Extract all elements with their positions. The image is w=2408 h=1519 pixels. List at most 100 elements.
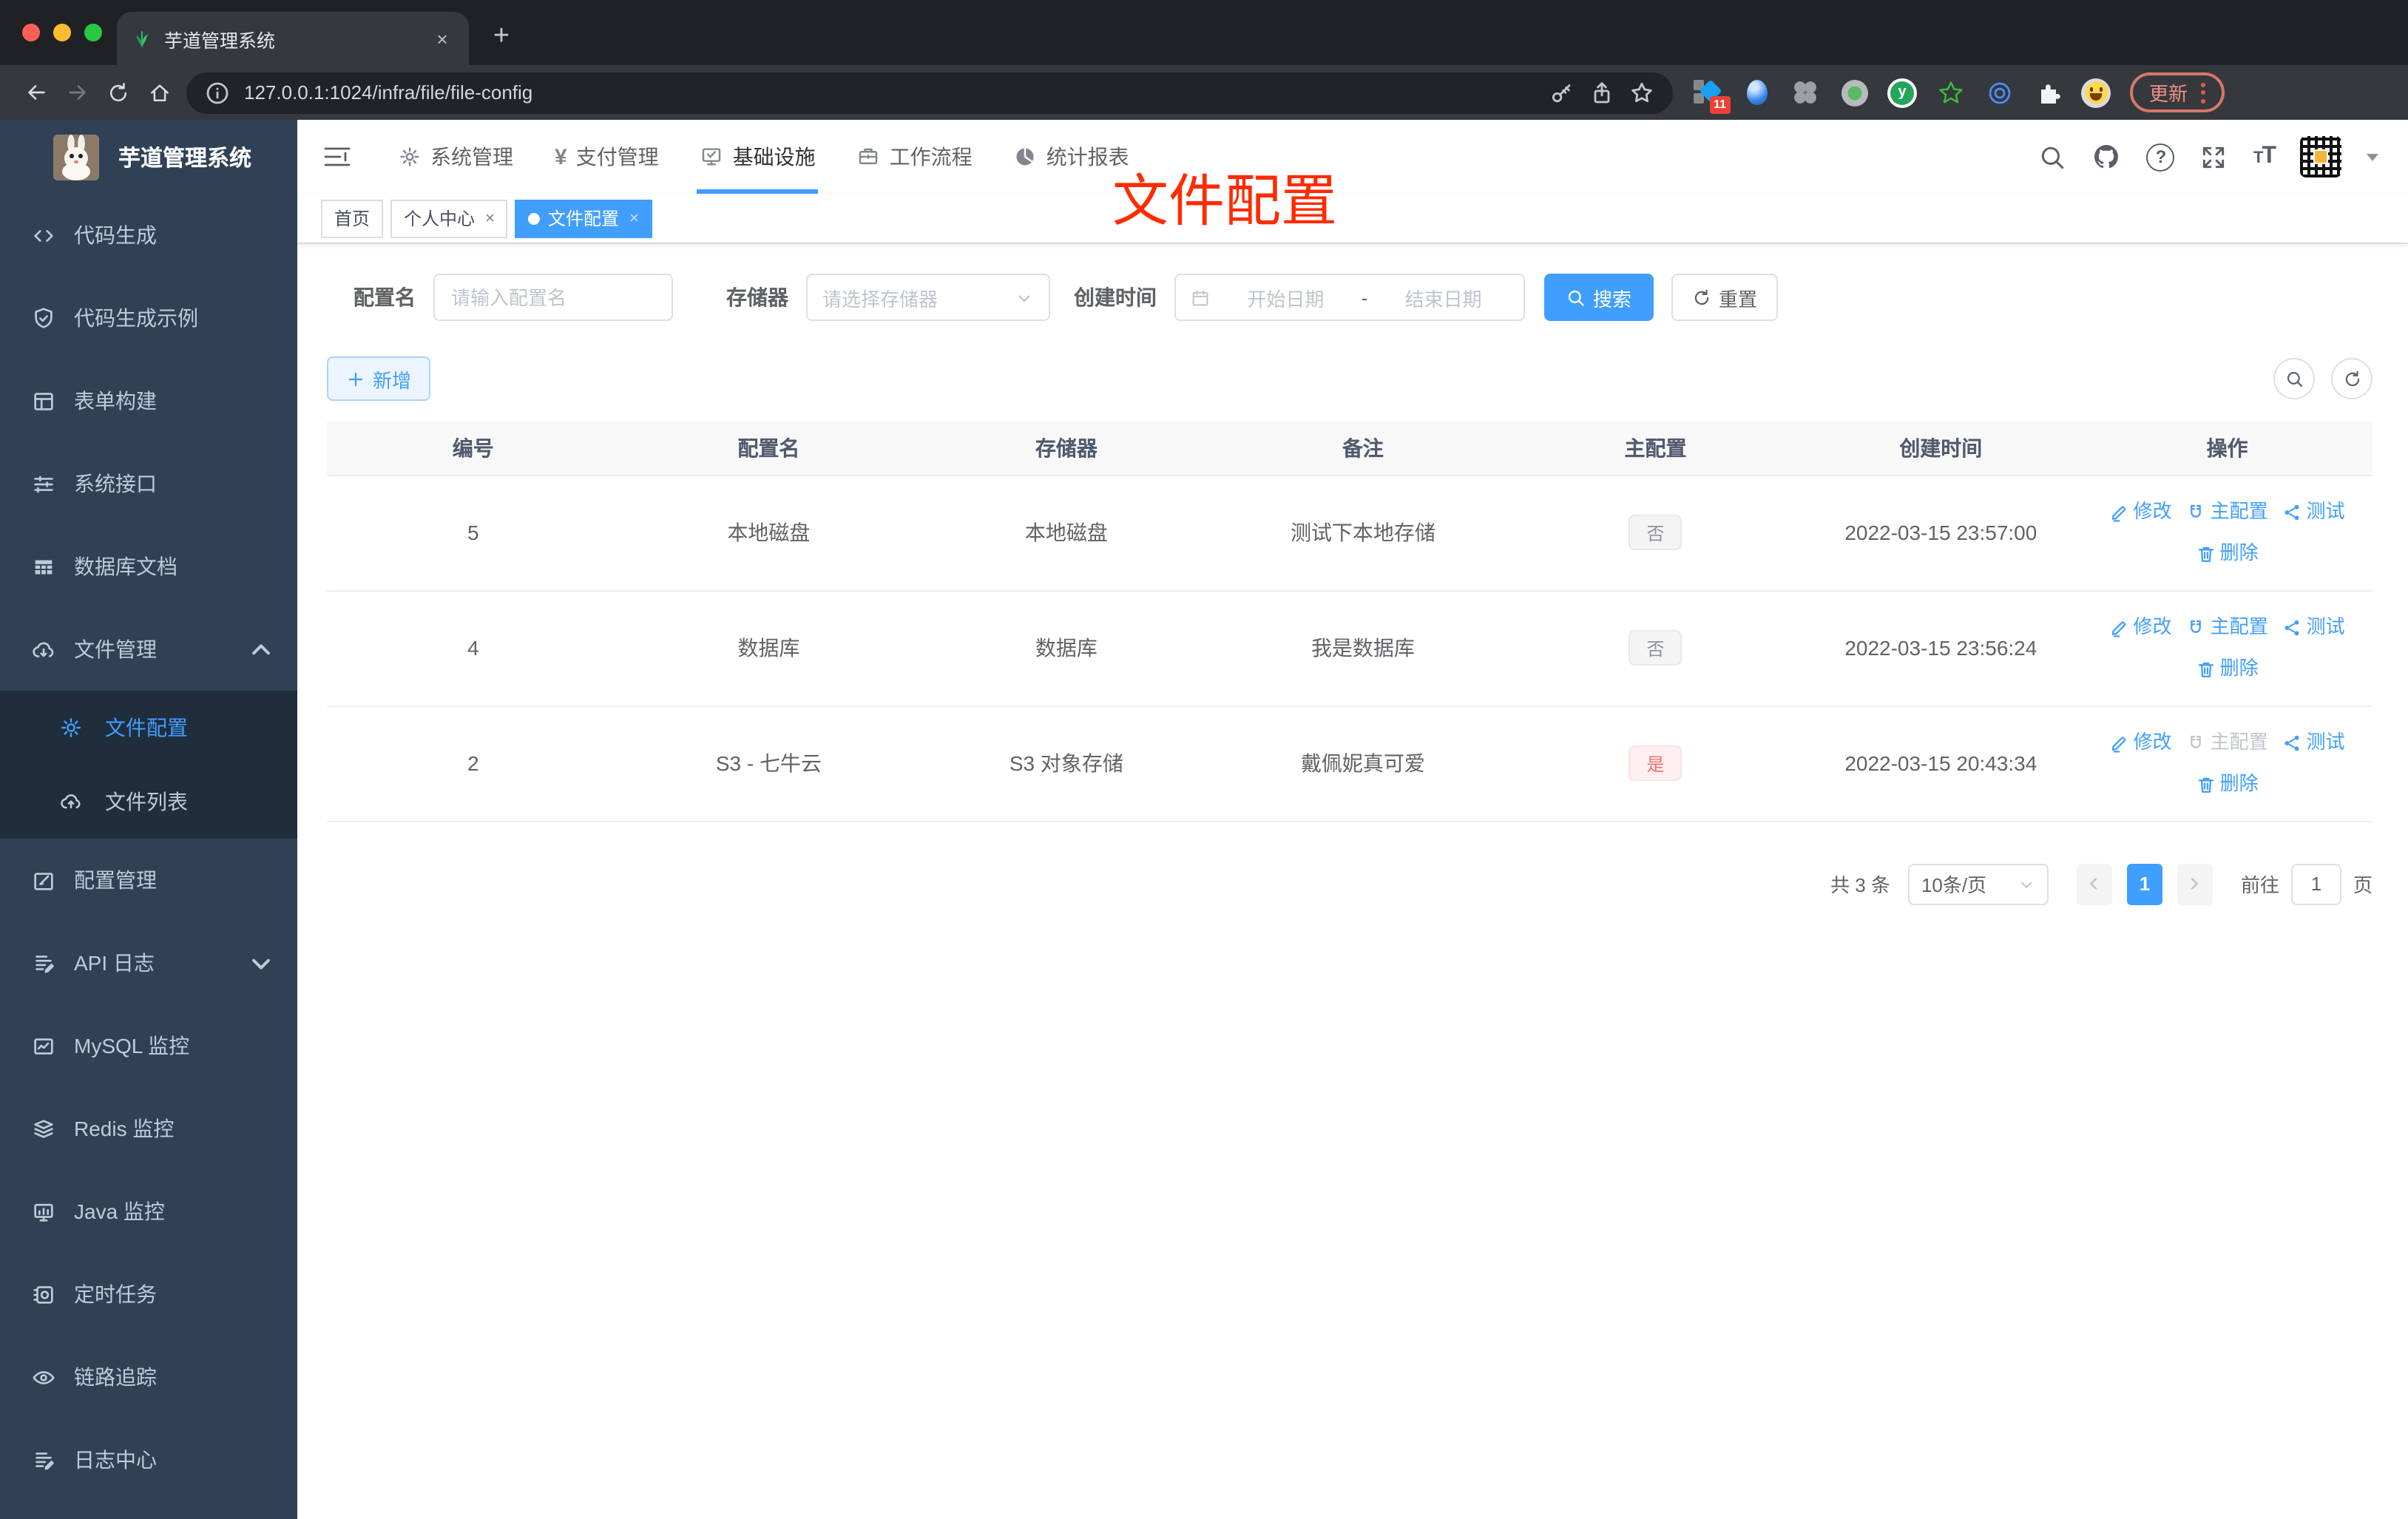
table-toolbar: 新增 [327, 356, 2373, 401]
page-size-select[interactable]: 10条/页 [1907, 863, 2049, 904]
page-number-current[interactable]: 1 [2126, 863, 2162, 904]
delete-link[interactable]: 删除 [2196, 535, 2259, 571]
add-button[interactable]: 新增 [327, 356, 431, 401]
test-link[interactable]: 测试 [2283, 725, 2345, 760]
tag-home[interactable]: 首页 [321, 199, 384, 237]
topnav-payment-management[interactable]: ¥ 支付管理 [534, 120, 680, 194]
edit-link[interactable]: 修改 [2110, 609, 2172, 645]
prev-page-button[interactable] [2076, 863, 2112, 904]
extension-balloon-icon[interactable] [1741, 77, 1772, 108]
topnav-system-management[interactable]: 系统管理 [377, 120, 534, 194]
sidebar-item-form-builder[interactable]: 表单构建 [0, 359, 297, 442]
address-bar[interactable]: 127.0.0.1:1024/infra/file/file-config [186, 72, 1673, 113]
forward-icon[interactable] [56, 72, 98, 113]
tag-profile[interactable]: 个人中心 × [390, 199, 508, 237]
site-info-icon[interactable] [204, 79, 231, 106]
sidebar-item-code-generation[interactable]: 代码生成 [0, 194, 297, 277]
extension-blue-eye-icon[interactable] [1983, 77, 2015, 108]
minimize-window-button[interactable] [53, 24, 71, 41]
close-icon[interactable]: × [485, 209, 495, 227]
next-page-button[interactable] [2177, 863, 2213, 904]
extension-green-y-icon[interactable]: y [1887, 78, 1917, 107]
back-icon[interactable] [15, 72, 56, 113]
chrome-update-button[interactable]: 更新 [2130, 72, 2225, 112]
delete-link[interactable]: 删除 [2196, 651, 2259, 686]
url-text[interactable]: 127.0.0.1:1024/infra/file/file-config [244, 81, 1535, 104]
sidebar-item-mysql-monitor[interactable]: MySQL 监控 [0, 1004, 297, 1087]
sidebar-item-config-management[interactable]: 配置管理 [0, 839, 297, 921]
close-window-button[interactable] [22, 24, 40, 41]
extension-clover-icon[interactable] [1790, 77, 1821, 108]
gear-icon [400, 147, 419, 166]
share-icon[interactable] [1589, 79, 1615, 106]
sidebar-item-system-api[interactable]: 系统接口 [0, 442, 297, 525]
avatar[interactable] [2300, 136, 2341, 177]
sidebar-item-file-list[interactable]: 文件列表 [0, 765, 297, 839]
topnav-infrastructure[interactable]: 基础设施 [680, 120, 836, 194]
extension-emoji-icon[interactable] [2081, 78, 2111, 107]
gear-icon [61, 718, 81, 737]
sidebar-item-tracing[interactable]: 链路追踪 [0, 1336, 297, 1418]
show-search-button[interactable] [2273, 358, 2315, 399]
reset-button[interactable]: 重置 [1671, 274, 1779, 321]
status-badge: 否 [1629, 630, 1682, 666]
sidebar-item-api-log[interactable]: API 日志 [0, 921, 297, 1004]
create-time-label: 创建时间 [1074, 285, 1157, 309]
extensions-puzzle-icon[interactable] [2032, 77, 2063, 108]
browser-tab[interactable]: 芋道管理系统 × [117, 12, 469, 65]
home-icon[interactable] [139, 72, 180, 113]
table-row: 5 本地磁盘 本地磁盘 测试下本地存储 否 2022-03-15 23:57:0… [327, 475, 2373, 591]
sidebar-item-scheduled-tasks[interactable]: 定时任务 [0, 1253, 297, 1336]
sidebar-collapse-icon[interactable] [321, 141, 354, 173]
delete-link[interactable]: 删除 [2196, 766, 2259, 802]
tab-favicon-plant-icon [136, 31, 148, 47]
extension-grey-circle-icon[interactable] [1839, 77, 1870, 108]
edit-link[interactable]: 修改 [2110, 725, 2172, 760]
briefcase-icon [859, 148, 878, 165]
tag-file-config[interactable]: 文件配置 × [515, 199, 652, 237]
test-link[interactable]: 测试 [2283, 609, 2345, 645]
bookmark-star-icon[interactable] [1629, 79, 1655, 106]
caret-down-icon[interactable] [2367, 154, 2378, 167]
sidebar-item-java-monitor[interactable]: Java 监控 [0, 1170, 297, 1253]
date-range-picker[interactable]: 开始日期 - 结束日期 [1174, 274, 1525, 321]
sidebar-item-redis-monitor[interactable]: Redis 监控 [0, 1087, 297, 1170]
sidebar-item-file-config[interactable]: 文件配置 [0, 691, 297, 765]
extension-green-star-icon[interactable] [1935, 77, 1966, 108]
calendar-icon [1192, 289, 1208, 305]
close-icon[interactable]: × [629, 209, 639, 227]
share-nodes-icon [2285, 504, 2300, 520]
end-date-placeholder[interactable]: 结束日期 [1378, 283, 1509, 311]
refresh-table-button[interactable] [2331, 358, 2373, 399]
topnav-workflow[interactable]: 工作流程 [836, 120, 993, 194]
maximize-window-button[interactable] [84, 24, 102, 41]
test-link[interactable]: 测试 [2283, 494, 2345, 530]
pencil-icon [2112, 505, 2126, 521]
browser-menu-icon[interactable] [2201, 82, 2206, 103]
password-key-icon[interactable] [1549, 79, 1575, 106]
goto-page-input[interactable] [2290, 863, 2341, 904]
set-master-link[interactable]: 主配置 [2187, 494, 2268, 530]
refresh-icon [1694, 288, 1709, 305]
reload-icon[interactable] [98, 72, 139, 113]
tab-close-icon[interactable]: × [430, 27, 454, 50]
storage-select[interactable]: 请选择存储器 [806, 274, 1050, 321]
trash-icon [2198, 661, 2213, 677]
sidebar-item-db-doc[interactable]: 数据库文档 [0, 525, 297, 608]
extension-kite-icon[interactable]: 11 [1692, 77, 1731, 114]
search-button[interactable]: 搜索 [1544, 274, 1654, 321]
font-size-icon[interactable]: TT [2253, 143, 2276, 170]
new-tab-button[interactable]: + [484, 21, 519, 53]
start-date-placeholder[interactable]: 开始日期 [1220, 283, 1351, 311]
help-icon[interactable]: ? [2146, 143, 2175, 171]
set-master-link[interactable]: 主配置 [2187, 609, 2268, 645]
edit-link[interactable]: 修改 [2110, 494, 2172, 530]
search-icon[interactable] [2039, 143, 2067, 171]
sidebar-item-code-demo[interactable]: 代码生成示例 [0, 277, 297, 359]
github-icon[interactable] [2092, 142, 2122, 172]
config-name-input[interactable] [433, 274, 673, 321]
sidebar-item-file-management[interactable]: 文件管理 [0, 608, 297, 691]
sidebar-item-log-center[interactable]: 日志中心 [0, 1418, 297, 1501]
fullscreen-icon[interactable] [2200, 143, 2228, 171]
trash-icon [2198, 777, 2213, 792]
